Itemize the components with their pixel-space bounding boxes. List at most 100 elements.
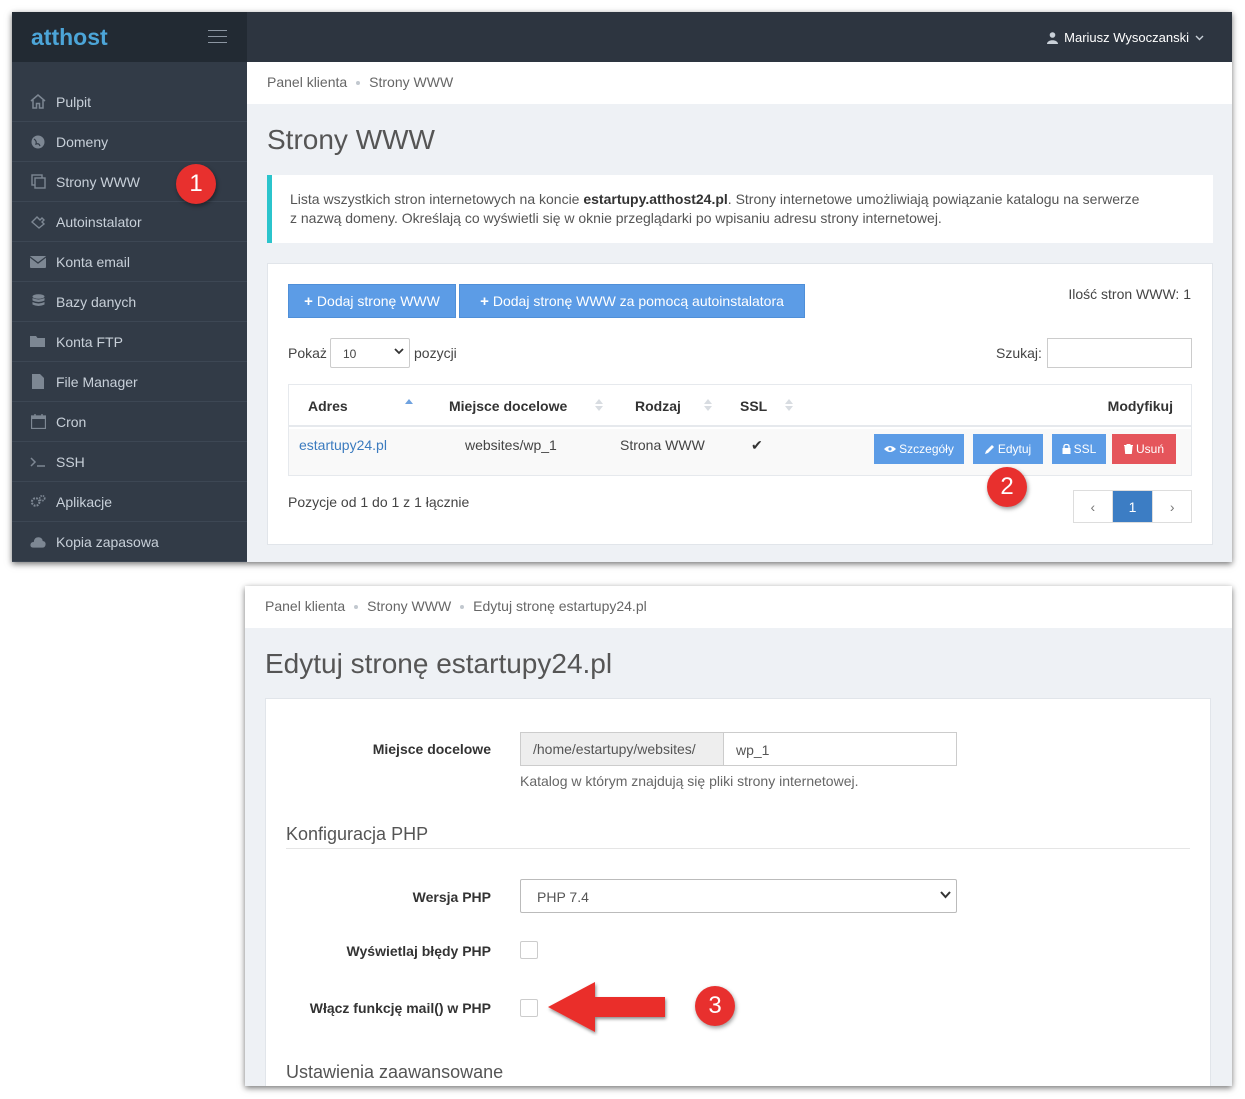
target-path-prefix: /home/estartupy/websites/ [520,732,724,766]
show-errors-label: Wyświetlaj błędy PHP [346,943,491,959]
eye-icon [884,446,897,452]
sidebar-item-autoinstalator[interactable]: Autoinstalator [12,202,247,242]
edit-button[interactable]: Edytuj [973,434,1043,464]
ssl-button[interactable]: SSL [1052,434,1106,464]
ssl-label: SSL [1073,442,1097,456]
lock-icon [1062,444,1071,454]
envelope-icon [30,254,46,270]
column-miejsce-docelowe[interactable]: Miejsce docelowe [449,398,567,414]
cloud-icon [30,534,46,550]
sidebar-item-konta-email[interactable]: Konta email [12,242,247,282]
alert-text-before: Lista wszystkich stron internetowych na … [290,191,584,207]
sidebar-item-ssh[interactable]: SSH [12,442,247,482]
websites-panel: + Dodaj stronę WWW + Dodaj stronę WWW za p… [267,263,1213,545]
sidebar-item-label: Konta email [56,253,130,270]
pagination: ‹ 1 › [1073,490,1192,523]
terminal-icon [30,454,46,470]
section-divider [286,848,1190,849]
sort-icon[interactable] [704,397,712,413]
pagination-prev[interactable]: ‹ [1074,491,1113,522]
php-version-value: PHP 7.4 [537,889,589,905]
file-icon [30,374,46,390]
breadcrumb-separator [460,605,465,610]
ssl-check-icon: ✔ [751,437,763,453]
edit-label: Edytuj [997,442,1032,456]
target-label: Miejsce docelowe [372,741,491,757]
pagination-next[interactable]: › [1152,491,1191,522]
breadcrumb-separator [356,81,361,86]
breadcrumb-panel-klienta[interactable]: Panel klienta [267,74,347,90]
sidebar-item-kopia-zapasowa[interactable]: Kopia zapasowa [12,522,247,562]
page-title: Edytuj stronę estartupy24.pl [265,648,613,679]
home-icon [30,94,46,110]
sidebar-item-pulpit[interactable]: Pulpit [12,82,247,122]
arrow-left-icon [548,982,665,1032]
website-count: Ilość stron WWW: 1 [1068,286,1191,302]
user-menu[interactable]: Mariusz Wysoczanski [1047,30,1204,45]
delete-label: Usuń [1135,442,1164,456]
details-button[interactable]: Szczegóły [874,434,964,464]
sidebar-item-label: File Manager [56,373,138,390]
sort-icon[interactable] [595,397,603,413]
column-ssl[interactable]: SSL [740,398,767,414]
column-modyfikuj: Modyfikuj [1107,398,1173,414]
annotation-badge-3: 3 [695,986,735,1026]
add-website-button[interactable]: + Dodaj stronę WWW [288,284,456,318]
delete-button[interactable]: Usuń [1112,434,1176,464]
sidebar-item-label: Strony WWW [56,173,140,190]
sidebar-item-cron[interactable]: Cron [12,402,247,442]
sidebar-item-label: Cron [56,413,87,430]
search-input[interactable] [1047,338,1192,368]
brand-area: atthost [12,12,247,62]
breadcrumb-strony-www[interactable]: Strony WWW [367,598,451,614]
folder-icon [30,334,46,350]
pencil-icon [984,445,994,454]
trash-icon [1123,444,1133,454]
info-alert: Lista wszystkich stron internetowych na … [267,175,1213,243]
breadcrumb-strony-www[interactable]: Strony WWW [369,74,453,90]
column-rodzaj[interactable]: Rodzaj [635,398,681,414]
column-adres[interactable]: Adres [308,398,348,414]
strony-www-screenshot: atthost Mariusz Wysoczanski Pulpit Domen… [12,12,1232,562]
brand-logo[interactable]: atthost [31,24,108,51]
sidebar-item-bazy-danych[interactable]: Bazy danych [12,282,247,322]
php-version-select[interactable]: PHP 7.4 [520,879,957,913]
target-input[interactable]: wp_1 [723,732,957,766]
menu-toggle-icon[interactable] [208,30,227,44]
sidebar-item-konta-ftp[interactable]: Konta FTP [12,322,247,362]
calendar-icon [30,414,46,430]
alert-text-after: . Strony internetowe umożliwiają powiąza… [727,191,1140,207]
chevron-down-icon [1195,35,1204,40]
show-errors-checkbox[interactable] [520,941,538,959]
sidebar-item-aplikacje[interactable]: Aplikacje [12,482,247,522]
website-address-link[interactable]: estartupy24.pl [299,437,387,453]
edit-website-screenshot: Panel klienta Strony WWW Edytuj stronę est… [245,586,1232,1086]
breadcrumb-panel-klienta[interactable]: Panel klienta [265,598,345,614]
sidebar-item-label: Bazy danych [56,293,137,310]
user-icon [1047,31,1059,44]
sort-icon[interactable] [785,397,793,413]
advanced-settings-heading: Ustawienia zaawansowane [286,1062,504,1082]
php-config-heading: Konfiguracja PHP [286,824,429,844]
sort-asc-icon[interactable] [405,397,413,413]
sidebar-item-label: Domeny [56,133,109,150]
sidebar-item-label: Pulpit [56,93,92,110]
plus-icon: + [304,292,313,310]
database-icon [30,294,46,310]
show-entries-select[interactable]: 10 [330,338,410,368]
annotation-badge-2: 2 [987,467,1027,507]
page-title: Strony WWW [267,124,435,155]
sidebar-item-label: Konta FTP [56,333,123,350]
puzzle-icon [30,214,46,230]
mail-function-checkbox[interactable] [520,999,538,1017]
cell-target: websites/wp_1 [465,437,557,453]
breadcrumb-separator [354,605,359,610]
pages-icon [30,174,46,190]
chevron-down-icon [940,891,951,899]
sidebar-item-domeny[interactable]: Domeny [12,122,247,162]
sidebar: Pulpit Domeny Strony WWW Autoinstalator … [12,62,247,562]
add-website-autoinstaller-button[interactable]: + Dodaj stronę WWW za pomocą autoinstalat… [459,284,805,318]
sidebar-item-file-manager[interactable]: File Manager [12,362,247,402]
pagination-page-1[interactable]: 1 [1112,491,1153,522]
topbar: atthost Mariusz Wysoczanski [12,12,1232,62]
